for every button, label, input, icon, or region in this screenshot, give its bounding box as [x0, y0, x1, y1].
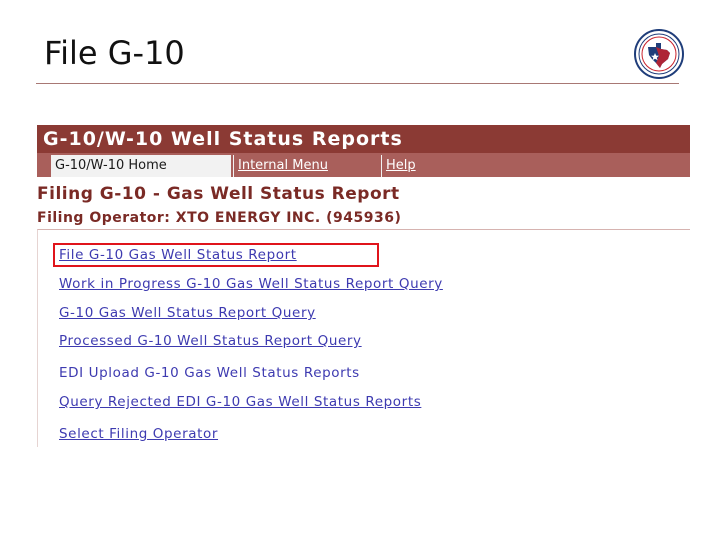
edi-upload-link[interactable]: EDI Upload G-10 Gas Well Status Reports [59, 365, 360, 381]
embedded-screenshot: G-10/W-10 Well Status Reports G-10/W-10 … [37, 125, 690, 447]
select-filing-operator-link[interactable]: Select Filing Operator [59, 426, 218, 442]
file-g10-report-link[interactable]: File G-10 Gas Well Status Report [59, 247, 297, 263]
slide-title: File G-10 [44, 34, 185, 72]
processed-report-query-link[interactable]: Processed G-10 Well Status Report Query [59, 333, 362, 349]
nav-bar: G-10/W-10 Home Internal Menu Help [37, 153, 690, 177]
nav-internal-menu-link[interactable]: Internal Menu [233, 155, 373, 177]
link-menu-panel: File G-10 Gas Well Status Report Work in… [37, 229, 690, 447]
page-heading: Filing G-10 - Gas Well Status Report [37, 184, 400, 204]
g10-report-query-link[interactable]: G-10 Gas Well Status Report Query [59, 305, 316, 321]
query-rejected-edi-link[interactable]: Query Rejected EDI G-10 Gas Well Status … [59, 394, 421, 410]
title-divider [36, 83, 679, 84]
tab-home[interactable]: G-10/W-10 Home [51, 155, 231, 177]
app-header-title: G-10/W-10 Well Status Reports [37, 125, 690, 153]
filing-operator-label: Filing Operator: XTO ENERGY INC. (945936… [37, 210, 402, 226]
texas-state-seal-icon [634, 29, 684, 79]
work-in-progress-query-link[interactable]: Work in Progress G-10 Gas Well Status Re… [59, 276, 443, 292]
nav-help-link[interactable]: Help [381, 155, 433, 177]
